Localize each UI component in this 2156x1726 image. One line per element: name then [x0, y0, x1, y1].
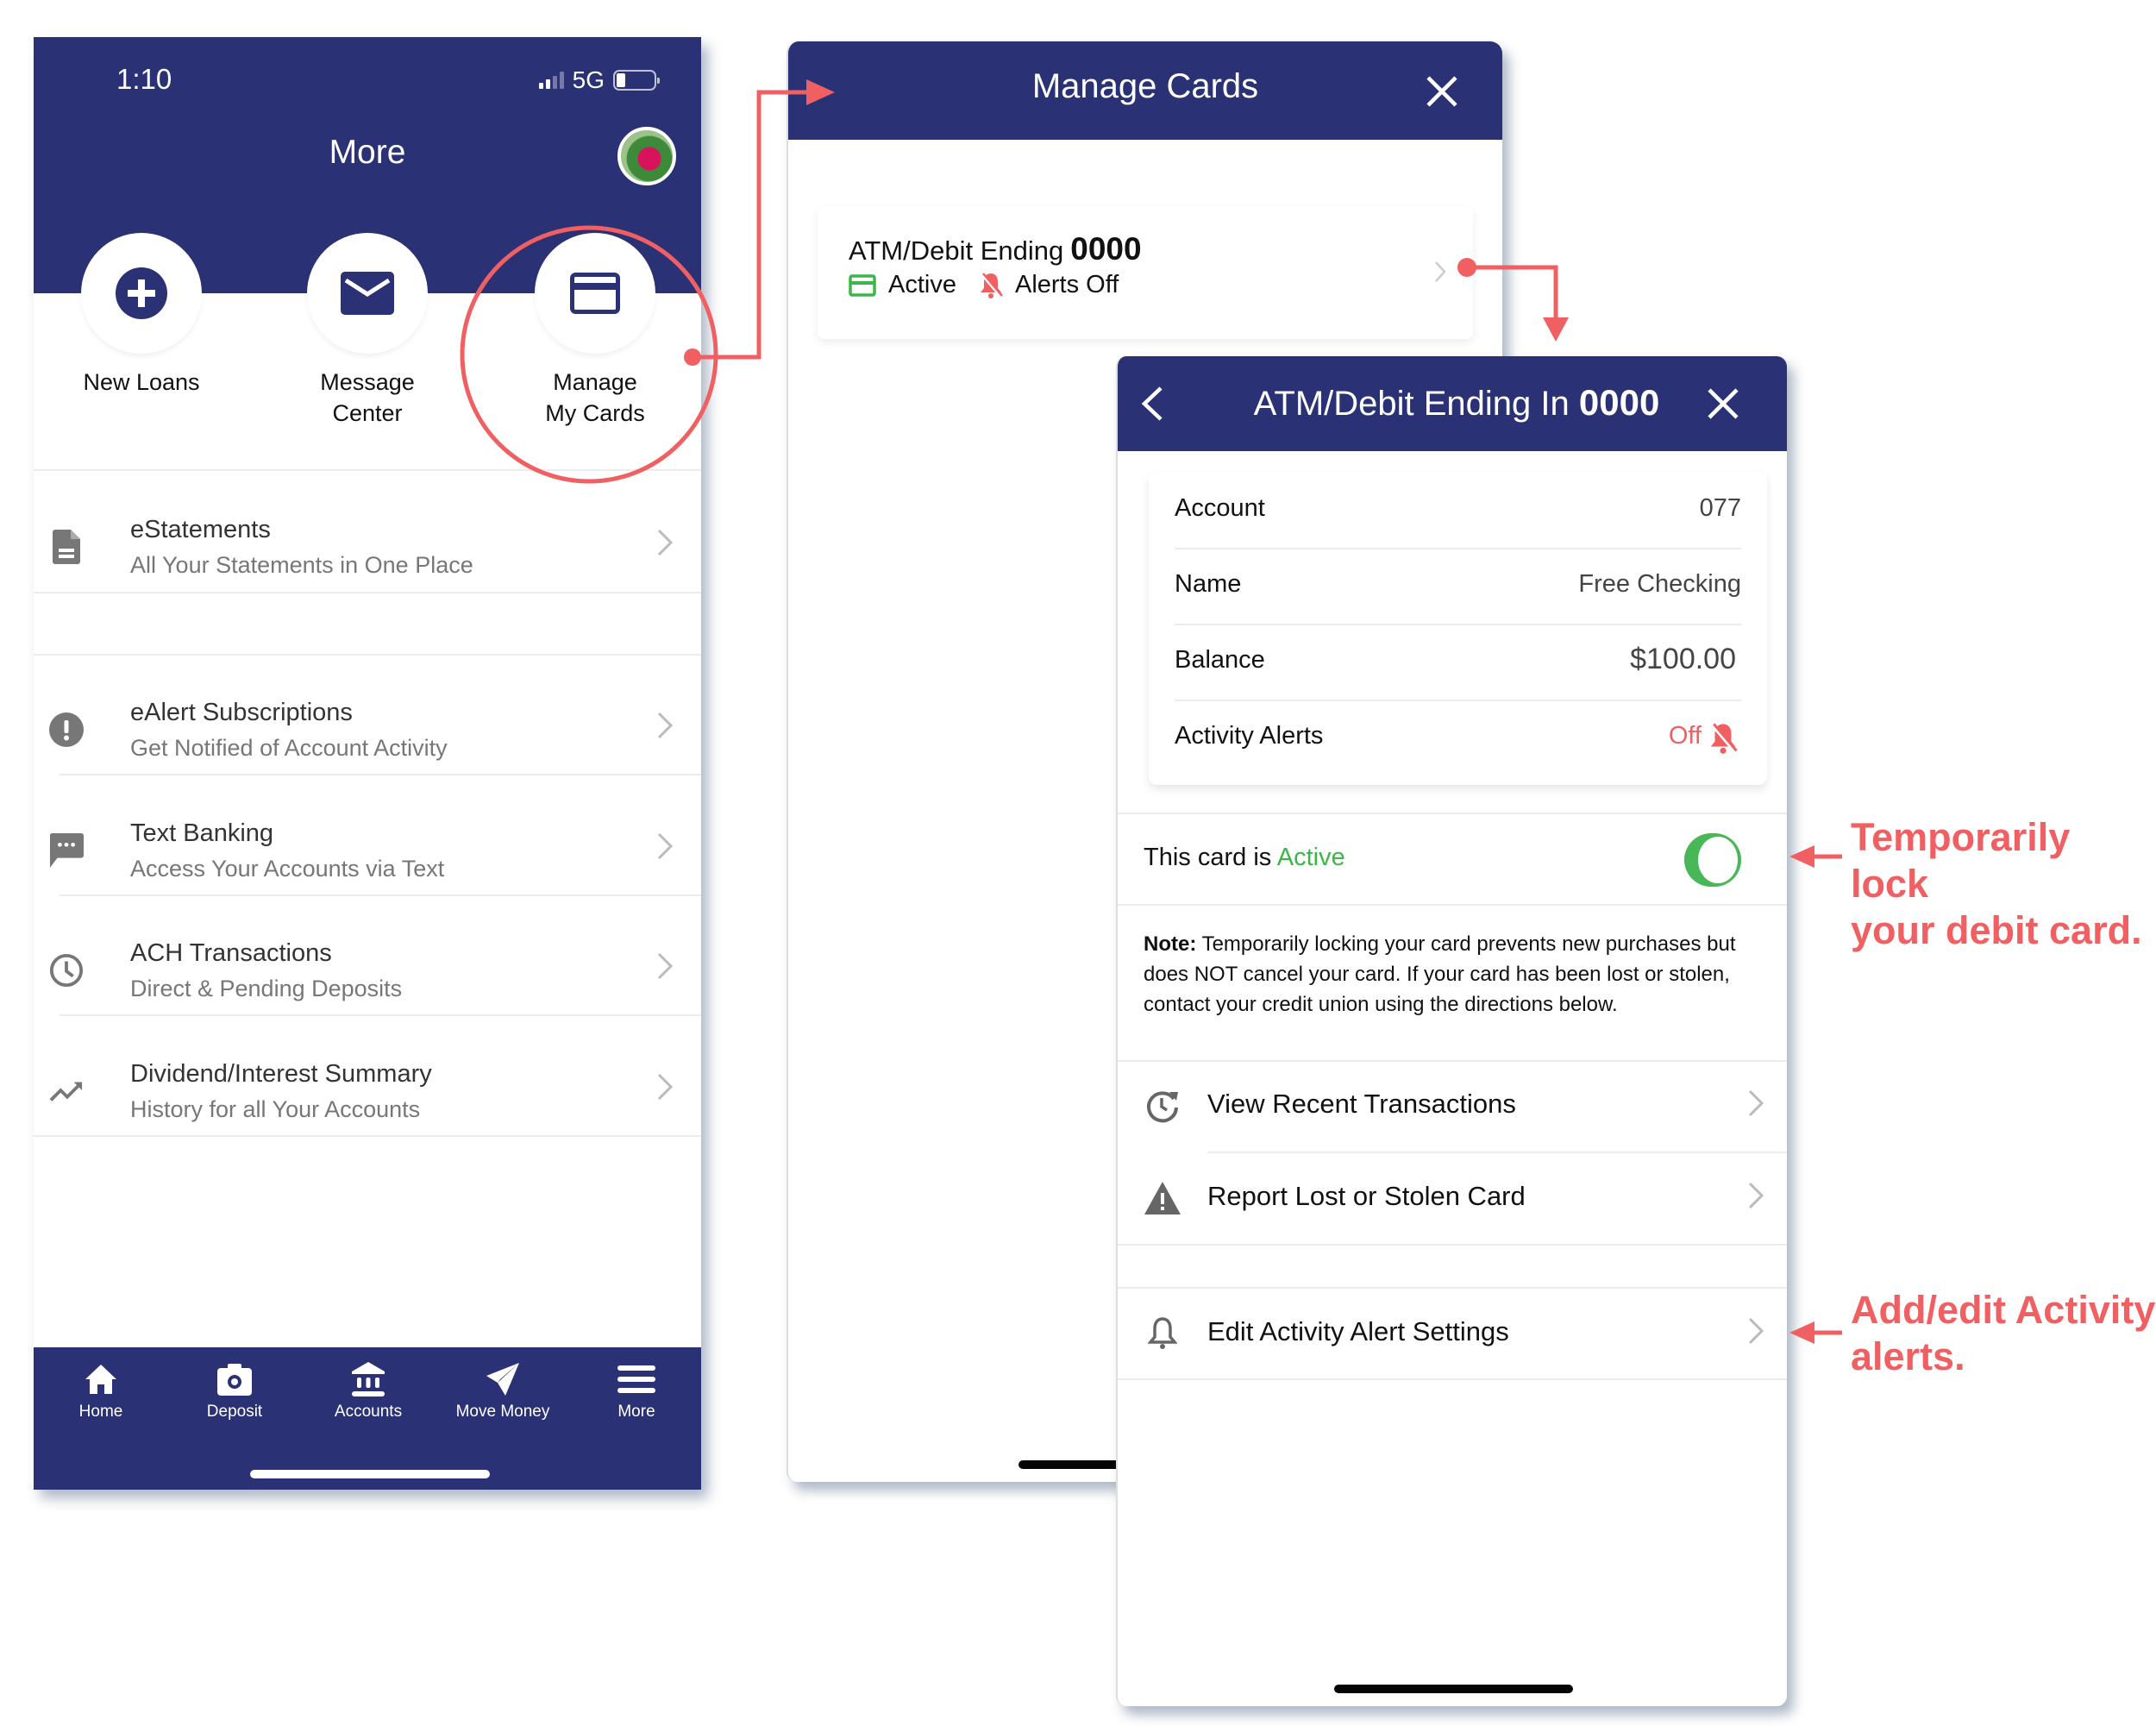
plus-circle-icon [116, 267, 167, 319]
chat-bubble-icon [49, 833, 84, 868]
page-title: Manage Cards [1031, 67, 1259, 105]
bell-icon [1144, 1315, 1181, 1353]
divider [34, 1135, 701, 1137]
chevron-right-icon [657, 832, 674, 860]
document-icon [49, 530, 84, 564]
manage-my-cards-button[interactable] [535, 233, 655, 354]
card-detail-screen: ATM/Debit Ending In 0000 Account 077 Name… [1116, 356, 1787, 1706]
card-active-toggle[interactable] [1684, 833, 1741, 887]
chevron-right-icon [657, 712, 674, 739]
divider [1118, 1378, 1787, 1380]
chevron-right-icon [1435, 261, 1446, 282]
tab-deposit[interactable]: Deposit [170, 1359, 299, 1422]
menu-item-ealert-subscriptions[interactable]: eAlert Subscriptions Get Notified of Acc… [34, 699, 701, 775]
annotation-lock-card: Temporarily lock your debit card. [1851, 815, 2142, 952]
more-screen: 1:10 5G More New Loans Message Center Man… [34, 37, 701, 1490]
card-title: ATM/Debit Ending 0000 [849, 231, 1142, 267]
page-title: More [329, 134, 406, 171]
credit-card-icon [849, 273, 876, 297]
divider [1118, 904, 1787, 906]
view-recent-transactions-button[interactable]: View Recent Transactions [1118, 1063, 1787, 1149]
new-loans-button[interactable] [81, 233, 202, 354]
battery-icon [613, 70, 660, 91]
chevron-right-icon [657, 529, 674, 556]
network-label: 5G [572, 66, 605, 93]
card-alerts-status: Alerts Off [1014, 271, 1119, 298]
chevron-right-icon [1748, 1317, 1764, 1345]
manage-my-cards-label: Manage My Cards [545, 369, 645, 426]
trending-up-icon [49, 1074, 84, 1108]
message-center-label: Message Center [320, 369, 415, 426]
message-center-button[interactable] [307, 233, 428, 354]
send-icon [486, 1363, 519, 1396]
warning-triangle-icon [1144, 1179, 1181, 1217]
status-bar-right: 5G [538, 66, 660, 94]
arrow-head [1543, 317, 1569, 342]
tab-home[interactable]: Home [36, 1359, 166, 1422]
chevron-right-icon [1748, 1182, 1764, 1209]
bell-off-icon [1710, 723, 1738, 754]
card-status-line: Active Alerts Off [849, 271, 1119, 299]
card-detail-header: ATM/Debit Ending In 0000 [1118, 356, 1787, 451]
divider [1207, 1152, 1787, 1153]
home-indicator [250, 1470, 490, 1478]
tab-move-money[interactable]: Move Money [438, 1359, 567, 1422]
annotation-activity-alerts: Add/edit Activity alerts. [1851, 1288, 2156, 1378]
tab-bar: Home Deposit Accounts Move Money More [34, 1347, 701, 1490]
avatar[interactable] [617, 127, 676, 185]
status-time: 1:10 [116, 63, 172, 95]
chevron-right-icon [657, 952, 674, 980]
activity-alerts-value: Off [1668, 722, 1702, 750]
info-row-activity-alerts: Activity Alerts Off [1175, 700, 1741, 775]
menu-item-estatements[interactable]: eStatements All Your Statements in One P… [34, 516, 701, 592]
close-icon[interactable] [1425, 74, 1459, 109]
report-lost-stolen-card-button[interactable]: Report Lost or Stolen Card [1118, 1155, 1787, 1241]
divider [1118, 1244, 1787, 1246]
history-icon [1144, 1087, 1181, 1125]
card-status-text: This card is Active [1144, 844, 1345, 871]
home-icon [85, 1365, 116, 1394]
alert-circle-icon [49, 712, 84, 747]
camera-icon [217, 1364, 252, 1396]
info-row-name: Name Free Checking [1175, 570, 1741, 598]
bank-icon [352, 1362, 385, 1396]
divider [34, 592, 701, 593]
close-icon[interactable] [1706, 386, 1740, 421]
home-indicator [1334, 1685, 1573, 1693]
envelope-icon [341, 272, 394, 315]
page-title: ATM/Debit Ending In 0000 [1253, 382, 1660, 423]
menu-item-text-banking[interactable]: Text Banking Access Your Accounts via Te… [34, 819, 701, 895]
clock-icon [49, 953, 84, 988]
debit-card-item[interactable]: ATM/Debit Ending 0000 Active Alerts Off [818, 207, 1473, 339]
card-info-panel: Account 077 Name Free Checking Balance $100… [1149, 472, 1767, 785]
chevron-right-icon [1748, 1089, 1764, 1117]
menu-icon [617, 1365, 655, 1393]
manage-cards-header: Manage Cards [788, 41, 1502, 140]
divider [34, 654, 701, 656]
info-row-balance: Balance $100.00 [1175, 643, 1736, 675]
signal-icon [538, 72, 564, 89]
card-status-active: Active [888, 271, 956, 298]
divider [60, 774, 701, 775]
divider [1118, 813, 1787, 814]
menu-item-dividend-interest-summary[interactable]: Dividend/Interest Summary History for al… [34, 1060, 701, 1136]
menu-item-ach-transactions[interactable]: ACH Transactions Direct & Pending Deposi… [34, 939, 701, 1015]
new-loans-label: New Loans [83, 369, 200, 395]
note-text: Note: Temporarily locking your card prev… [1144, 932, 1736, 1016]
edit-activity-alert-settings-button[interactable]: Edit Activity Alert Settings [1118, 1290, 1787, 1377]
credit-card-icon [570, 273, 620, 314]
info-row-account: Account 077 [1175, 494, 1741, 522]
divider [34, 469, 701, 471]
divider [60, 894, 701, 896]
bell-off-icon [980, 272, 1003, 298]
divider [60, 1014, 701, 1016]
tab-more[interactable]: More [572, 1359, 701, 1422]
arrow-head [1789, 845, 1814, 868]
tab-accounts[interactable]: Accounts [304, 1359, 433, 1422]
chevron-right-icon [657, 1073, 674, 1101]
divider [1118, 1287, 1787, 1289]
divider [1118, 1060, 1787, 1062]
arrow-head [1789, 1321, 1814, 1344]
